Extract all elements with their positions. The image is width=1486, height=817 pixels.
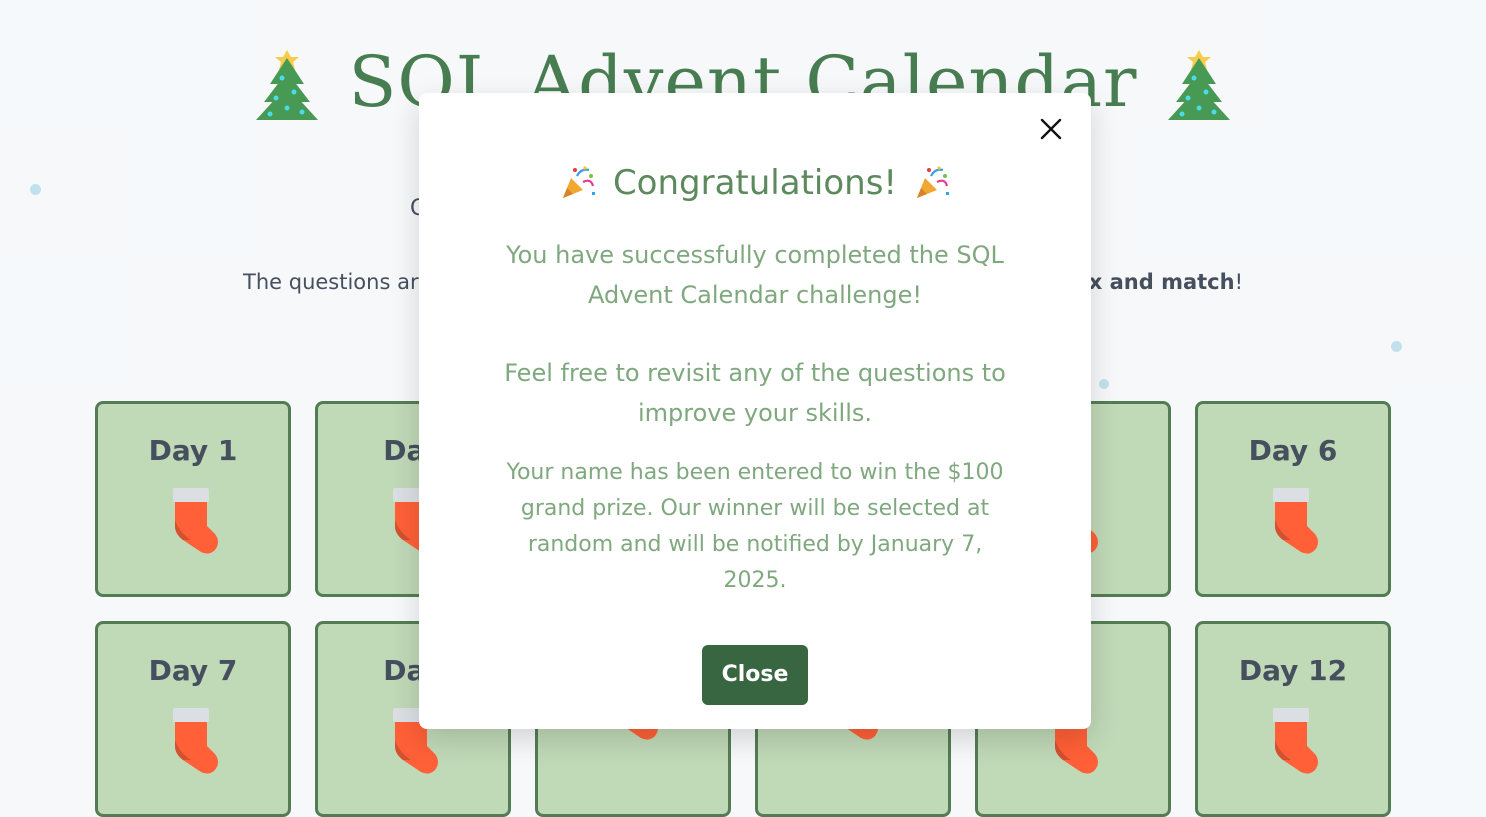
party-popper-icon xyxy=(562,166,595,198)
congratulations-modal: Congratulations! You have successfully c… xyxy=(419,93,1091,729)
prize-message: Your name has been entered to win the $1… xyxy=(506,460,1004,593)
completion-message: You have successfully completed the SQL … xyxy=(506,241,1004,309)
close-button[interactable]: Close xyxy=(702,645,808,705)
revisit-message: Feel free to revisit any of the question… xyxy=(504,359,1006,427)
advent-calendar-page: SQL Advent Calendar C The questions ar i… xyxy=(0,0,1486,817)
close-icon[interactable] xyxy=(1037,115,1065,143)
party-popper-icon xyxy=(917,166,950,198)
modal-title-text: Congratulations! xyxy=(612,163,898,203)
modal-title: Congratulations! xyxy=(419,163,1091,203)
